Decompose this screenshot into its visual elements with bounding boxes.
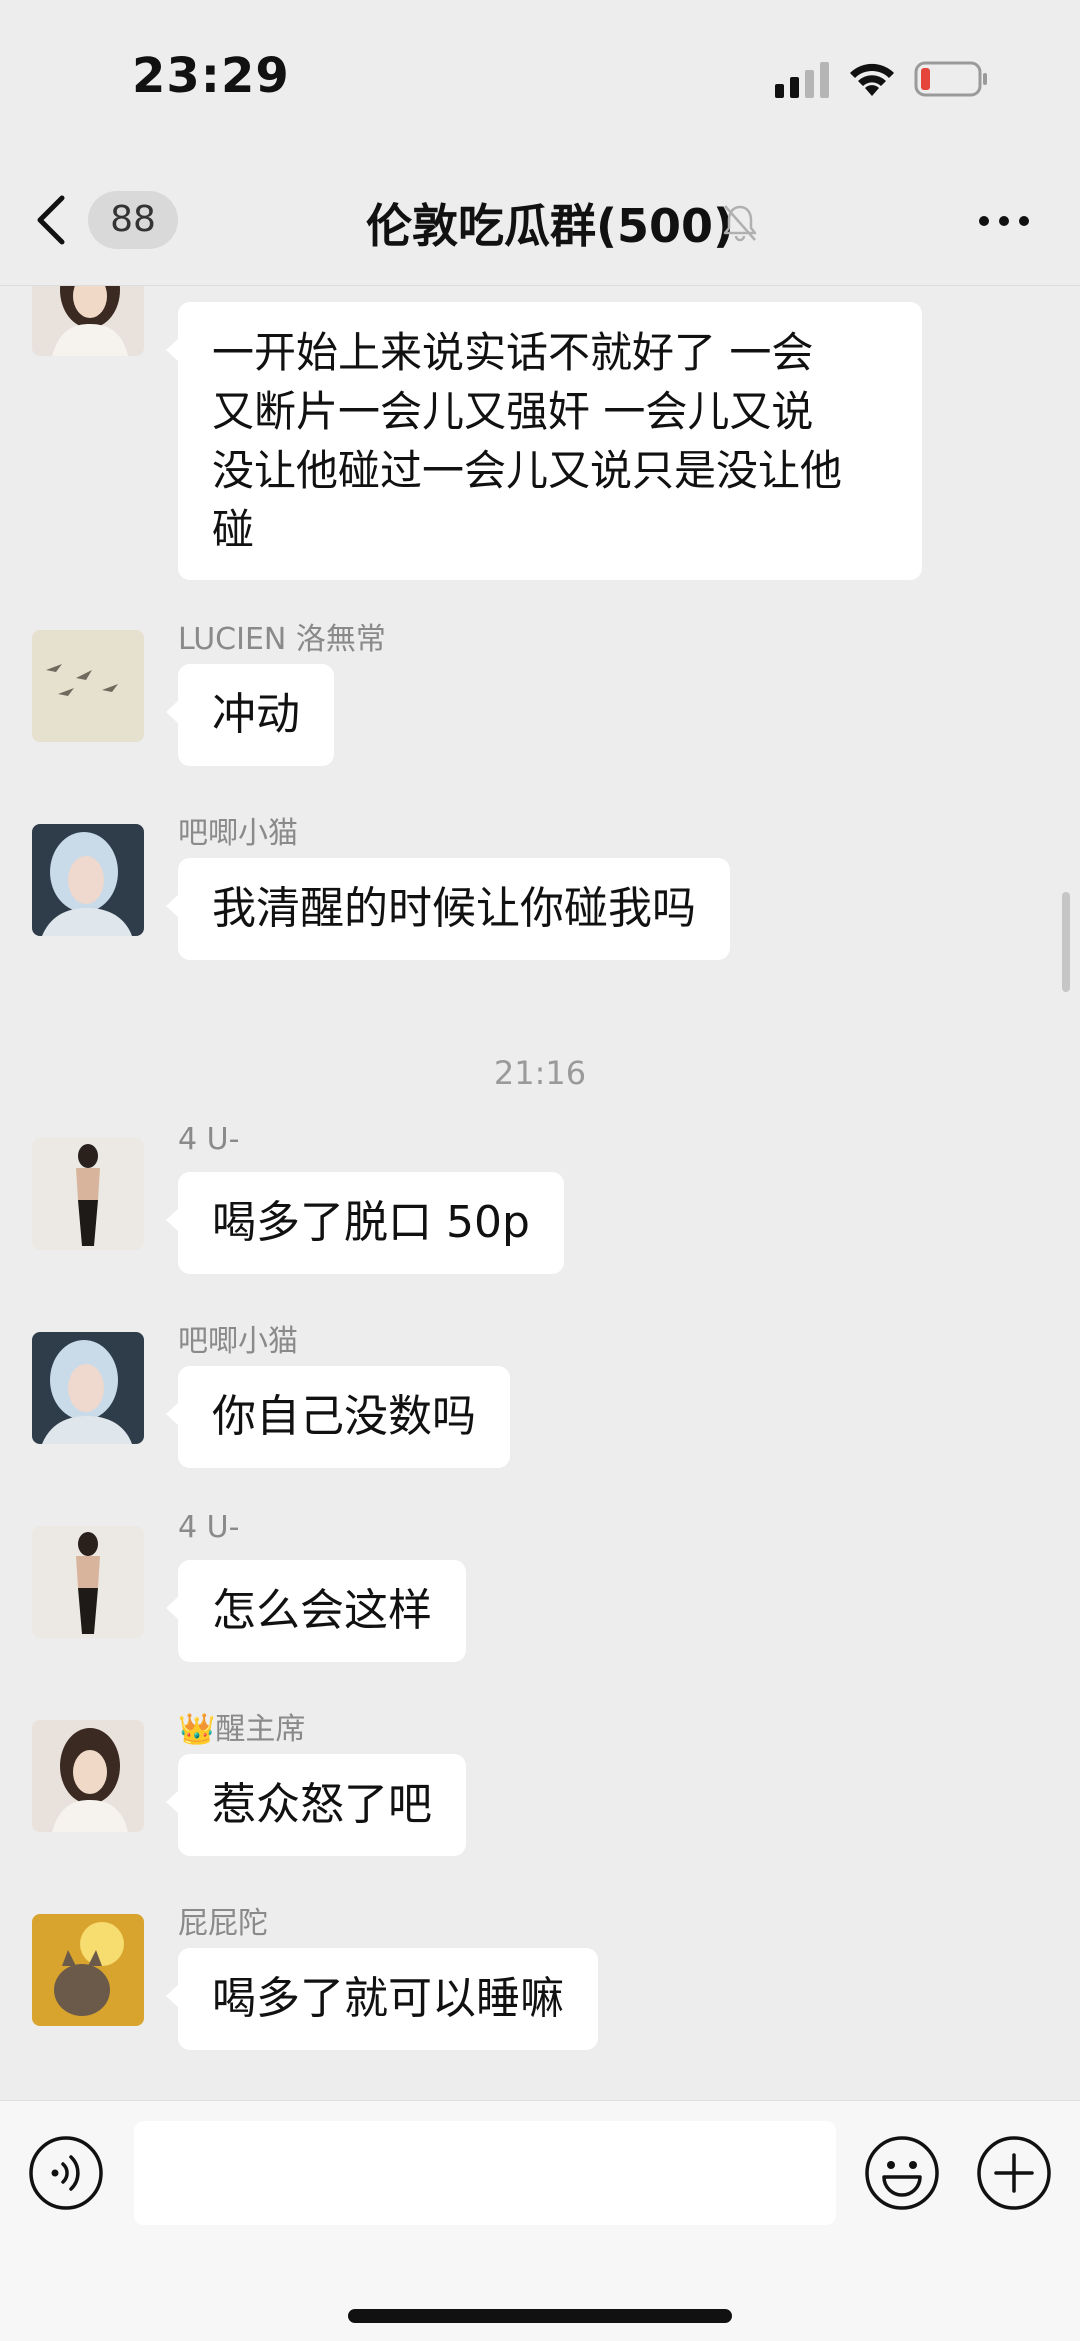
sender-name: 4 U- bbox=[178, 1122, 240, 1157]
avatar[interactable] bbox=[32, 1138, 144, 1250]
status-bar: 23:29 bbox=[0, 0, 1080, 150]
message-input[interactable] bbox=[134, 2121, 836, 2225]
wifi-icon bbox=[850, 63, 894, 96]
more-dots-icon[interactable] bbox=[976, 206, 1032, 236]
avatar[interactable] bbox=[32, 1332, 144, 1444]
sender-name: 吧唧小猫 bbox=[178, 816, 298, 851]
message-bubble[interactable]: 怎么会这样 bbox=[166, 1560, 466, 1662]
chat-screen: 23:29 88 伦敦吃瓜群(500) 一开始上来说实话不就好了 一会 又断片一… bbox=[0, 0, 1080, 2341]
sender-name: 4 U- bbox=[178, 1510, 240, 1545]
status-time: 23:29 bbox=[132, 48, 290, 104]
message-list[interactable]: 一开始上来说实话不就好了 一会 又断片一会儿又强奸 一会儿又说 没让他碰过一会儿… bbox=[0, 286, 1080, 2100]
crown-badge: 👑 bbox=[178, 1712, 216, 1747]
avatar[interactable] bbox=[32, 824, 144, 936]
avatar[interactable] bbox=[32, 1914, 144, 2026]
message-bubble[interactable]: 喝多了就可以睡嘛 bbox=[166, 1948, 598, 2050]
sender-name: 👑醒主席 bbox=[178, 1712, 306, 1747]
emoji-icon[interactable] bbox=[864, 2135, 940, 2211]
sender-name: 屁屁陀 bbox=[178, 1906, 268, 1941]
home-indicator[interactable] bbox=[348, 2309, 732, 2323]
voice-icon[interactable] bbox=[28, 2135, 104, 2211]
battery-icon bbox=[914, 61, 987, 97]
avatar[interactable] bbox=[32, 286, 144, 356]
avatar[interactable] bbox=[32, 630, 144, 742]
message-bubble[interactable]: 一开始上来说实话不就好了 一会 又断片一会儿又强奸 一会儿又说 没让他碰过一会儿… bbox=[166, 302, 922, 580]
message-bubble[interactable]: 惹众怒了吧 bbox=[166, 1754, 466, 1856]
cellular-signal-icon bbox=[775, 62, 829, 98]
bell-muted-icon bbox=[723, 205, 757, 242]
sender-name: 吧唧小猫 bbox=[178, 1324, 298, 1359]
chat-header: 88 伦敦吃瓜群(500) bbox=[0, 150, 1080, 286]
avatar[interactable] bbox=[32, 1526, 144, 1638]
plus-icon[interactable] bbox=[976, 2135, 1052, 2211]
scrollbar[interactable] bbox=[1062, 892, 1070, 992]
sender-name: LUCIEN 洛無常 bbox=[178, 622, 386, 657]
message-bubble[interactable]: 我清醒的时候让你碰我吗 bbox=[166, 858, 730, 960]
message-bubble[interactable]: 冲动 bbox=[166, 664, 334, 766]
message-bubble[interactable]: 你自己没数吗 bbox=[166, 1366, 510, 1468]
avatar[interactable] bbox=[32, 1720, 144, 1832]
chat-title[interactable]: 伦敦吃瓜群(500) bbox=[0, 190, 1080, 256]
input-bar bbox=[0, 2100, 1080, 2341]
message-bubble[interactable]: 喝多了脱口 50p bbox=[166, 1172, 564, 1274]
time-divider: 21:16 bbox=[493, 1054, 587, 1092]
